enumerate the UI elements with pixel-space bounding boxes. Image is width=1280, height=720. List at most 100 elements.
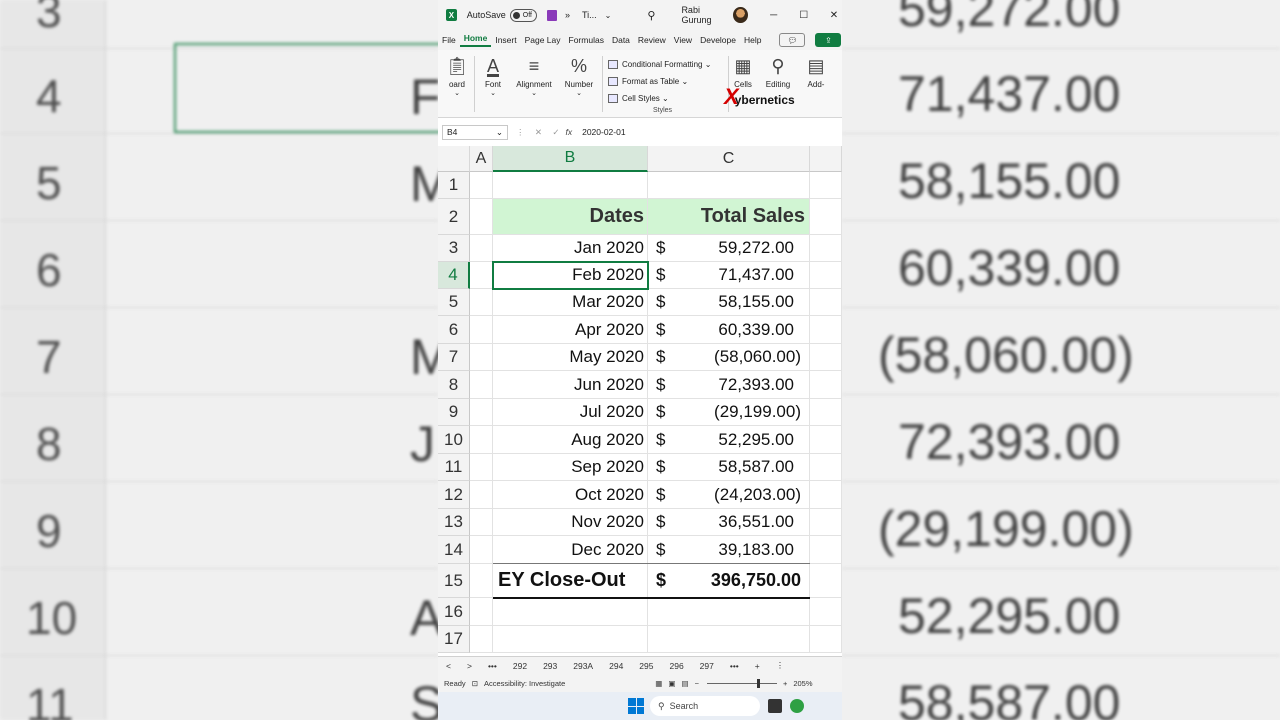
cell-c8[interactable]: $72,393.00 [648, 371, 810, 399]
row-header-13[interactable]: 13 [438, 509, 470, 536]
sheet-tab-292[interactable]: 292 [505, 661, 535, 671]
cell-b16[interactable] [493, 598, 648, 626]
user-name[interactable]: Rabi Gurung [681, 5, 727, 25]
total-label-cell[interactable]: EY Close-Out [493, 564, 648, 598]
cell-c11[interactable]: $58,587.00 [648, 454, 810, 481]
share-button[interactable]: ⇪ [815, 33, 842, 47]
cell-b14[interactable]: Dec 2020 [493, 536, 648, 564]
cell-d8[interactable] [810, 371, 842, 399]
zoom-slider-thumb[interactable] [756, 678, 760, 688]
cell-c1[interactable] [648, 172, 810, 199]
macro-icon[interactable]: ⊡ [472, 679, 478, 688]
cell-d1[interactable] [810, 172, 842, 199]
cell-b1[interactable] [493, 172, 648, 199]
taskbar-search[interactable]: ⚲ Search [650, 696, 760, 716]
row-header-11[interactable]: 11 [438, 454, 470, 481]
cell-d10[interactable] [810, 426, 842, 454]
cell-b11[interactable]: Sep 2020 [493, 454, 648, 481]
cell-b3[interactable]: Jan 2020 [493, 235, 648, 262]
cell-c9[interactable]: $ (29,199.00) [648, 399, 810, 426]
file-name[interactable]: Ti... [582, 10, 597, 20]
cell-c16[interactable] [648, 598, 810, 626]
format-as-table-button[interactable]: Format as Table ⌄ [608, 73, 711, 90]
cell-a15[interactable] [470, 564, 493, 598]
cell-d9[interactable] [810, 399, 842, 426]
cell-b9[interactable]: Jul 2020 [493, 399, 648, 426]
cell-c4[interactable]: $71,437.00 [648, 262, 810, 289]
cell-a12[interactable] [470, 481, 493, 509]
cell-a13[interactable] [470, 509, 493, 536]
zoom-slider[interactable] [706, 678, 777, 688]
cell-c2[interactable]: Total Sales [648, 199, 810, 235]
cell-d2[interactable] [810, 199, 842, 235]
formula-input[interactable]: 2020-02-01 [582, 127, 625, 137]
avatar[interactable] [733, 7, 748, 23]
menu-tab-file[interactable]: File [438, 35, 460, 45]
autosave-toggle[interactable]: Off [509, 8, 538, 22]
row-header-3[interactable]: 3 [438, 235, 470, 262]
cell-a1[interactable] [470, 172, 493, 199]
sheet-add-button[interactable]: + [747, 661, 768, 671]
cell-d15[interactable] [810, 564, 842, 598]
cell-c15[interactable]: $396,750.00 [648, 564, 810, 598]
row-header-8[interactable]: 8 [438, 371, 470, 399]
zoom-level[interactable]: 205% [793, 679, 812, 688]
page-break-icon[interactable]: ▤ [681, 679, 688, 688]
page-layout-icon[interactable]: ▣ [668, 679, 675, 688]
row-header-10[interactable]: 10 [438, 426, 470, 454]
menu-tab-page-lay[interactable]: Page Lay [521, 35, 565, 45]
quick-access-more[interactable]: » [565, 10, 570, 20]
chevron-down-icon[interactable]: ⌄ [605, 11, 612, 20]
cell-d16[interactable] [810, 598, 842, 626]
font-group[interactable]: A Font ⌄ [478, 54, 508, 97]
cell-a14[interactable] [470, 536, 493, 564]
menu-tab-develope[interactable]: Develope [696, 35, 740, 45]
zoom-out-button[interactable]: − [695, 679, 699, 688]
menu-tab-help[interactable]: Help [740, 35, 765, 45]
clipboard-group[interactable]: 📋︎ oard ⌄ [444, 54, 470, 97]
cell-b2[interactable]: Dates [493, 199, 648, 235]
cell-d17[interactable] [810, 626, 842, 653]
alignment-group[interactable]: ≡ Alignment ⌄ [512, 54, 556, 97]
maximize-button[interactable]: ☐ [796, 10, 812, 21]
cell-c7[interactable]: $ (58,060.00) [648, 344, 810, 371]
cell-a2[interactable] [470, 199, 493, 235]
cell-a8[interactable] [470, 371, 493, 399]
cell-b7[interactable]: May 2020 [493, 344, 648, 371]
column-header-b[interactable]: B [493, 146, 648, 172]
menu-tab-data[interactable]: Data [608, 35, 634, 45]
cell-b17[interactable] [493, 626, 648, 653]
name-box[interactable]: B4 ⌄ [442, 124, 508, 140]
cell-d4[interactable] [810, 262, 842, 289]
cell-c13[interactable]: $36,551.00 [648, 509, 810, 536]
minimize-button[interactable]: ─ [766, 10, 782, 21]
cell-d14[interactable] [810, 536, 842, 564]
sheet-menu-button[interactable]: ⋮ [768, 660, 793, 671]
cell-d6[interactable] [810, 316, 842, 344]
edge-icon[interactable] [790, 699, 804, 713]
cell-a6[interactable] [470, 316, 493, 344]
cell-d5[interactable] [810, 289, 842, 316]
sheet-tab-294[interactable]: 294 [601, 661, 631, 671]
number-group[interactable]: % Number ⌄ [560, 54, 598, 97]
cell-d11[interactable] [810, 454, 842, 481]
task-view-icon[interactable] [768, 699, 782, 713]
cell-a11[interactable] [470, 454, 493, 481]
row-header-5[interactable]: 5 [438, 289, 470, 316]
menu-tab-review[interactable]: Review [634, 35, 670, 45]
accessibility-status[interactable]: Accessibility: Investigate [484, 679, 565, 688]
cell-b13[interactable]: Nov 2020 [493, 509, 648, 536]
menu-tab-insert[interactable]: Insert [491, 35, 520, 45]
row-header-12[interactable]: 12 [438, 481, 470, 509]
cell-c14[interactable]: $39,183.00 [648, 536, 810, 564]
sheet-more-button[interactable]: ••• [722, 661, 747, 671]
close-button[interactable]: ✕ [826, 10, 842, 21]
sheet-tab-296[interactable]: 296 [661, 661, 691, 671]
sheet-tab-293a[interactable]: 293A [565, 661, 601, 671]
sheet-tab-293[interactable]: 293 [535, 661, 565, 671]
fx-icon[interactable]: fx [565, 127, 572, 137]
row-header-7[interactable]: 7 [438, 344, 470, 371]
zoom-in-button[interactable]: + [783, 679, 787, 688]
column-header-a[interactable]: A [470, 146, 493, 172]
sheet-tab-295[interactable]: 295 [631, 661, 661, 671]
